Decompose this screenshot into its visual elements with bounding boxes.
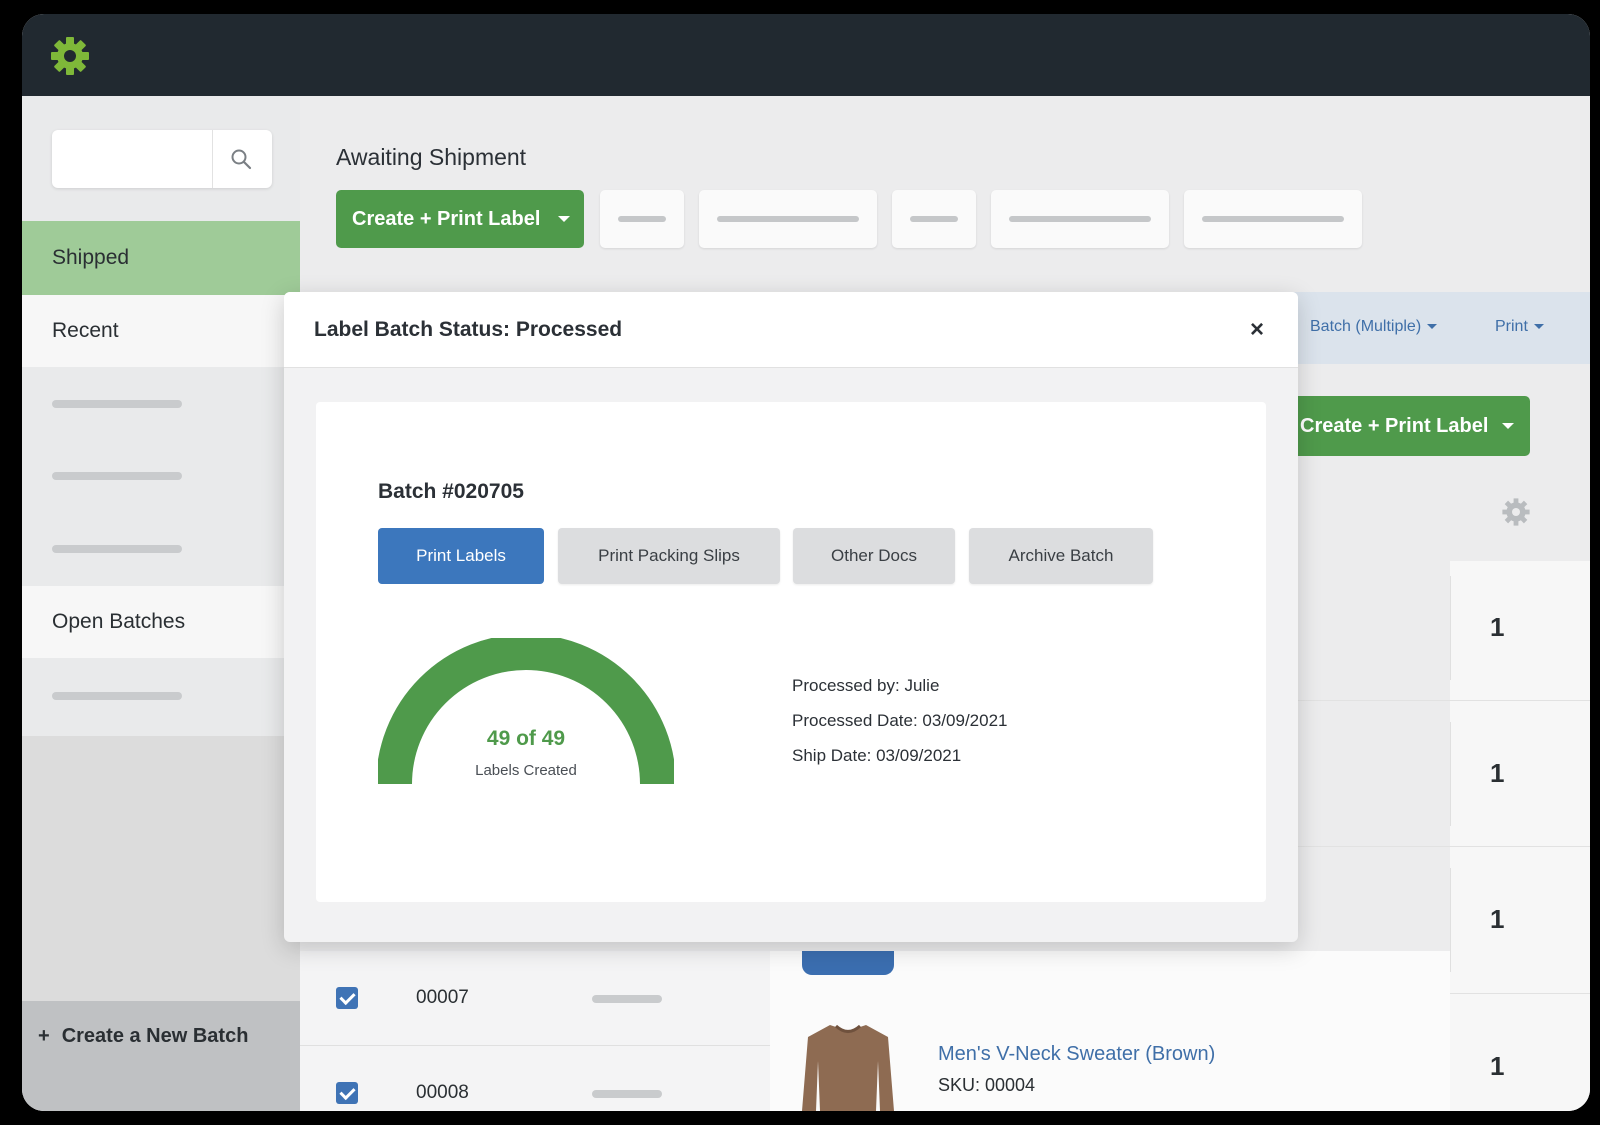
order-placeholder: [592, 1090, 662, 1098]
processed-by: Processed by: Julie: [792, 676, 940, 695]
order-number: 00008: [416, 1082, 469, 1103]
product-image-brown-sweater: [802, 1024, 894, 1111]
sidebar-placeholder-item[interactable]: [52, 545, 182, 553]
column-divider: [1450, 722, 1451, 826]
row-checkbox[interactable]: [336, 987, 358, 1009]
batch-dropdown-label: Batch (Multiple): [1310, 318, 1422, 335]
modal-title: Label Batch Status: Processed: [314, 318, 623, 341]
plus-icon: +: [38, 1025, 50, 1047]
sidebar-item-open-batches[interactable]: Open Batches: [22, 586, 300, 658]
gauge-label: Labels Created: [475, 762, 577, 779]
create-print-label-text: Create + Print Label: [352, 208, 541, 230]
toolbar-placeholder-button[interactable]: [892, 190, 976, 248]
table-row[interactable]: 00007: [300, 951, 770, 1046]
search-icon[interactable]: [230, 148, 252, 170]
sidebar-placeholder-item[interactable]: [52, 472, 182, 480]
gauge-value: 49 of 49: [486, 727, 566, 750]
create-print-label-text: Create + Print Label: [1300, 415, 1489, 437]
chevron-down-icon: [1533, 324, 1544, 330]
close-icon[interactable]: ×: [1250, 316, 1264, 344]
settings-gear-icon[interactable]: [1500, 496, 1532, 528]
table-row[interactable]: 00008: [300, 1046, 770, 1111]
toolbar-placeholder-button[interactable]: [1184, 190, 1362, 248]
archive-batch-button[interactable]: Archive Batch: [969, 528, 1153, 584]
print-packing-slips-button[interactable]: Print Packing Slips: [558, 528, 780, 584]
quantity-value: 1: [1490, 612, 1505, 642]
print-labels-button[interactable]: Print Labels: [378, 528, 544, 584]
chevron-down-icon[interactable]: [1502, 423, 1514, 429]
sidebar-placeholder-item[interactable]: [52, 692, 182, 700]
column-divider: [1450, 868, 1451, 972]
product-name-link[interactable]: Men's V-Neck Sweater (Brown): [938, 1043, 1215, 1066]
order-placeholder: [592, 995, 662, 1003]
app-window: Shipped Recent Open Batches + Create a Ne…: [22, 14, 1590, 1111]
row-checkbox[interactable]: [336, 1082, 358, 1104]
search-input[interactable]: [52, 130, 272, 188]
sidebar-empty-area: [22, 736, 300, 1006]
quantity-value: 1: [1490, 904, 1505, 934]
print-dropdown[interactable]: Print: [1495, 318, 1544, 336]
create-print-label-button[interactable]: Create + Print Label: [336, 190, 584, 248]
print-dropdown-label: Print: [1495, 318, 1528, 335]
quantity-column: [1450, 561, 1590, 1111]
toolbar-placeholder-button[interactable]: [600, 190, 684, 248]
batch-dropdown[interactable]: Batch (Multiple): [1310, 318, 1438, 336]
chevron-down-icon: [1427, 324, 1438, 330]
page-title: Awaiting Shipment: [336, 144, 527, 170]
modal-header: Label Batch Status: Processed ×: [284, 292, 1298, 368]
other-docs-button[interactable]: Other Docs: [793, 528, 955, 584]
batch-card: Batch #020705 Print Labels Print Packing…: [316, 402, 1266, 902]
quantity-value: 1: [1490, 1051, 1505, 1081]
create-batch-label: Create a New Batch: [61, 1025, 249, 1047]
processed-date: Processed Date: 03/09/2021: [792, 711, 1008, 730]
label-batch-status-modal: Label Batch Status: Processed × Batch #0…: [284, 292, 1298, 942]
products-column: Men's V-Neck Sweater (Brown) SKU: 00004: [770, 951, 1450, 1111]
top-bar: [22, 14, 1590, 96]
product-image-blue-sweater: [802, 951, 894, 975]
sidebar: Shipped Recent Open Batches + Create a Ne…: [22, 96, 300, 1111]
toolbar-placeholder-button[interactable]: [699, 190, 877, 248]
sidebar-placeholder-item[interactable]: [52, 400, 182, 408]
toolbar-placeholder-button[interactable]: [991, 190, 1169, 248]
orders-table: 00007 00008: [300, 951, 770, 1111]
sidebar-item-recent[interactable]: Recent: [22, 295, 300, 367]
gear-icon[interactable]: [50, 36, 90, 76]
product-sku: SKU: 00004: [938, 1075, 1036, 1095]
order-number: 00007: [416, 987, 469, 1008]
chevron-down-icon[interactable]: [558, 216, 570, 222]
search-divider: [212, 130, 213, 188]
sidebar-item-shipped[interactable]: Shipped: [22, 221, 300, 295]
batch-title: Batch #020705: [378, 480, 524, 503]
column-divider: [1450, 576, 1451, 680]
create-print-label-button-secondary[interactable]: Create + Print Label: [1290, 396, 1530, 456]
ship-date: Ship Date: 03/09/2021: [792, 746, 962, 765]
create-new-batch-button[interactable]: + Create a New Batch: [22, 1001, 300, 1111]
quantity-value: 1: [1490, 758, 1505, 788]
